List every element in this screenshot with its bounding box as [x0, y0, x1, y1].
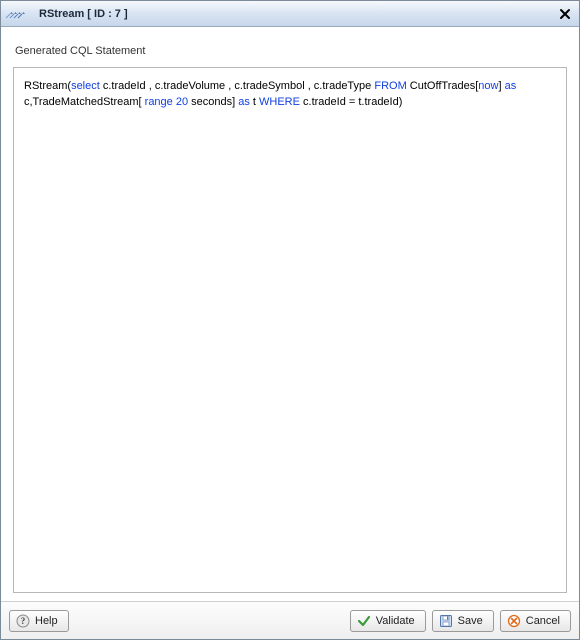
cql-keyword: as [505, 80, 517, 92]
validate-button-label: Validate [376, 615, 415, 627]
cql-text: t [250, 96, 259, 108]
cql-keyword: as [238, 96, 250, 108]
cql-keyword: range 20 [142, 96, 188, 108]
validate-button[interactable]: Validate [350, 610, 426, 632]
cancel-button[interactable]: Cancel [500, 610, 571, 632]
cql-text: RStream( [24, 80, 71, 92]
cql-statement-box[interactable]: RStream(select c.tradeId , c.tradeVolume… [13, 67, 567, 593]
stream-arrows-icon [5, 7, 33, 21]
dialog: RStream [ ID : 7 ] Generated CQL Stateme… [0, 0, 580, 640]
help-button[interactable]: ? Help [9, 610, 69, 632]
cql-keyword: now [478, 80, 498, 92]
close-icon [559, 8, 571, 20]
cql-text: c.tradeId = t.tradeId) [300, 96, 402, 108]
cql-text: c.tradeId , c.tradeVolume , c.tradeSymbo… [100, 80, 375, 92]
close-button[interactable] [557, 6, 573, 22]
cql-keyword: FROM [374, 80, 406, 92]
titlebar: RStream [ ID : 7 ] [1, 1, 579, 27]
cql-text: seconds] [188, 96, 238, 108]
cql-text: c,TradeMatchedStream[ [24, 96, 142, 108]
floppy-icon [439, 614, 453, 628]
cql-keyword: WHERE [259, 96, 300, 108]
help-icon: ? [16, 614, 30, 628]
section-label: Generated CQL Statement [15, 45, 565, 57]
svg-text:?: ? [21, 616, 26, 626]
save-button-label: Save [458, 615, 483, 627]
dialog-title: RStream [ ID : 7 ] [39, 8, 128, 20]
cql-keyword: select [71, 80, 100, 92]
cancel-button-label: Cancel [526, 615, 560, 627]
save-button[interactable]: Save [432, 610, 494, 632]
footer: ? Help Validate Save [1, 601, 579, 639]
check-icon [357, 614, 371, 628]
help-button-label: Help [35, 615, 58, 627]
cancel-icon [507, 614, 521, 628]
dialog-body: Generated CQL Statement RStream(select c… [1, 27, 579, 601]
cql-text: CutOffTrades[ [407, 80, 479, 92]
